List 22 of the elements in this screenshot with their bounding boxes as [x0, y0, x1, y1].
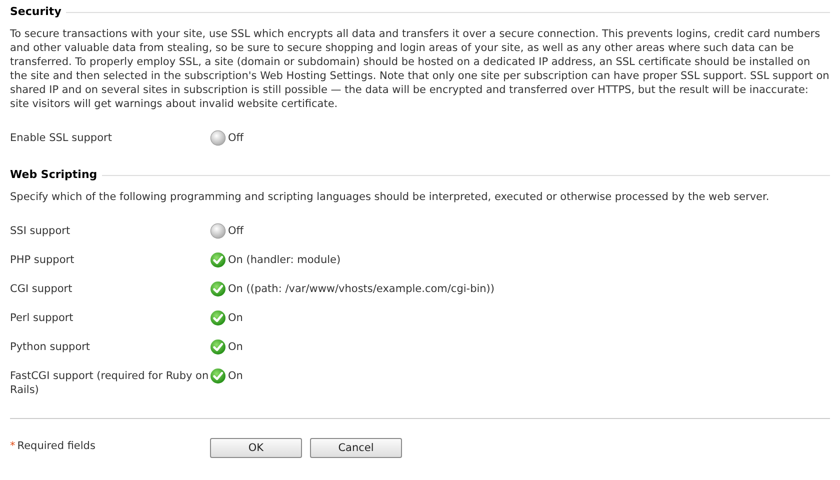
required-mark: * — [10, 440, 16, 452]
setting-value: On — [228, 311, 243, 325]
setting-value: Off — [228, 131, 244, 145]
setting-value: Off — [228, 224, 244, 238]
ok-button[interactable]: OK — [210, 438, 302, 458]
section-description: To secure transactions with your site, use SSL which encrypts all data and transfers it over a secure connection. This prevents logins, credit card numbers and other valuable data from stealing, so be sure to secure shopping and login areas of your site, as well as any other areas where such data can be transferred. To properly employ SSL, a site (domain or subdomain) should be hosted on a dedicated IP address, an SSL certificate should be installed on the site and then selected in the subscription's Web Hosting Settings. Note that only one site per subscription can have proper SSL support. SSL support on shared IP and on several sites in subscription is still possible — the data will be encrypted and transferred over HTTPS, but the result will be inaccurate: site visitors will get warnings about invalid website certificate. — [10, 27, 830, 111]
setting-value: On — [228, 369, 243, 383]
setting-label: Enable SSL support — [10, 131, 113, 146]
setting-value: On ((path: /var/www/vhosts/example.com/cgi-bin)) — [228, 282, 494, 296]
setting-value: On — [228, 340, 243, 354]
setting-label: PHP support — [10, 253, 76, 268]
setting-label: CGI support — [10, 282, 74, 297]
section-description: Specify which of the following programming and scripting languages should be interpreted, executed or otherwise processed by the web server. — [10, 190, 770, 204]
section-title: Security — [10, 4, 62, 18]
setting-label: SSI support — [10, 224, 72, 239]
setting-value: On (handler: module) — [228, 253, 341, 267]
setting-label: Python support — [10, 340, 92, 355]
required-note: Required fields — [17, 440, 96, 452]
cancel-button[interactable]: Cancel — [310, 438, 402, 458]
setting-label: Perl support — [10, 311, 74, 326]
setting-label: FastCGI support (required for Ruby on Rails) — [10, 369, 210, 398]
section-title: Web Scripting — [10, 168, 98, 180]
